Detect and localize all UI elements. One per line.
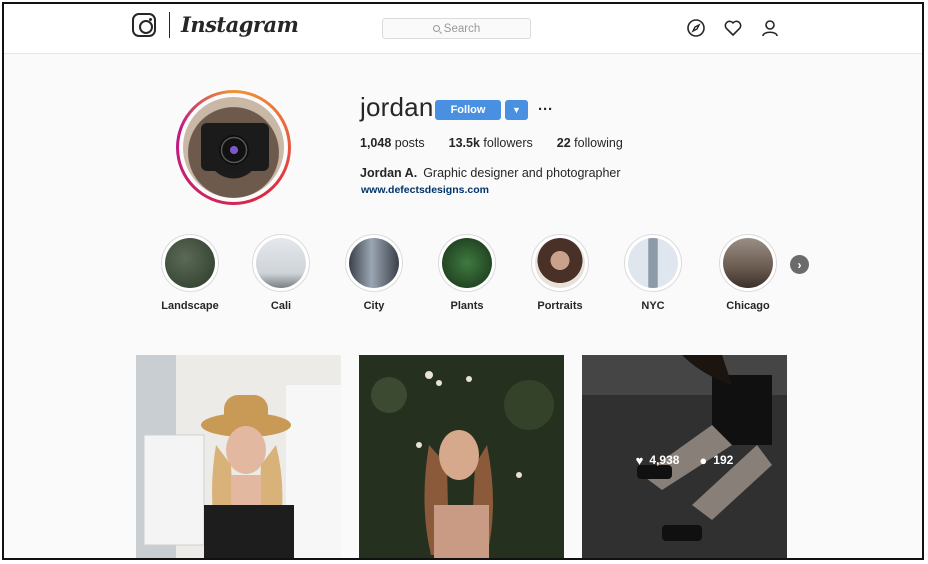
highlight-label: City — [363, 300, 385, 312]
highlight-city[interactable]: City — [334, 234, 414, 312]
highlight-label: Portraits — [537, 300, 583, 312]
highlight-thumbnail — [628, 238, 678, 288]
post-image — [136, 355, 341, 558]
highlight-ring — [161, 234, 219, 292]
post-thumbnail[interactable]: ♥ 4,938 ● 192 — [582, 355, 787, 558]
highlight-chicago[interactable]: Chicago — [708, 234, 788, 312]
post-image — [359, 355, 564, 558]
highlight-thumbnail — [165, 238, 215, 288]
highlight-label: NYC — [641, 300, 665, 312]
top-navbar: Instagram Search — [4, 4, 922, 54]
profile-avatar[interactable] — [176, 90, 291, 205]
camera-lens — [219, 135, 249, 165]
followers-label: followers — [483, 136, 533, 150]
profile-icon[interactable] — [760, 18, 780, 38]
heart-icon[interactable] — [723, 18, 743, 38]
comment-bubble-icon: ● — [699, 452, 708, 468]
posts-label: posts — [394, 136, 425, 150]
avatar-border — [179, 93, 288, 202]
profile-bio: Jordan A. Graphic designer and photograph… — [360, 166, 621, 180]
search-placeholder: Search — [443, 22, 481, 35]
highlight-label: Cali — [270, 300, 292, 312]
follow-dropdown-button[interactable]: ▼ — [505, 100, 528, 120]
highlight-portraits[interactable]: Portraits — [520, 234, 600, 312]
search-input[interactable]: Search — [382, 18, 531, 39]
highlight-nyc[interactable]: NYC — [613, 234, 693, 312]
highlight-thumbnail — [535, 238, 585, 288]
highlight-ring — [624, 234, 682, 292]
highlight-landscape[interactable]: Landscape — [150, 234, 230, 312]
follow-button[interactable]: Follow — [435, 100, 501, 120]
profile-username: jordan — [360, 92, 434, 122]
highlight-thumbnail — [723, 238, 773, 288]
highlight-label: Plants — [450, 300, 484, 312]
highlight-cali[interactable]: Cali — [241, 234, 321, 312]
highlight-label: Chicago — [726, 300, 770, 312]
comments-value: 192 — [713, 453, 734, 467]
post-hover-overlay: ♥ 4,938 ● 192 — [582, 355, 787, 558]
highlight-thumbnail — [442, 238, 492, 288]
instagram-wordmark[interactable]: Instagram — [181, 12, 299, 37]
logo-divider — [169, 12, 170, 38]
instagram-camera-icon[interactable] — [132, 13, 156, 37]
highlight-ring — [531, 234, 589, 292]
likes-count: ♥ 4,938 — [636, 453, 680, 468]
instagram-window: Instagram Search jordan Follow ▼ ··· 1,0… — [2, 2, 924, 560]
highlight-plants[interactable]: Plants — [427, 234, 507, 312]
following-value: 22 — [556, 136, 571, 150]
post-thumbnail[interactable] — [136, 355, 341, 558]
following-count[interactable]: 22 following — [557, 136, 623, 150]
following-label: following — [574, 136, 623, 150]
chevron-right-icon[interactable]: › — [790, 255, 809, 274]
posts-count: 1,048 posts — [360, 136, 425, 150]
compass-icon[interactable] — [686, 18, 706, 38]
highlight-ring — [719, 234, 777, 292]
highlight-ring — [345, 234, 403, 292]
comments-count: ● 192 — [699, 453, 733, 468]
heart-filled-icon: ♥ — [635, 452, 644, 468]
profile-website-link[interactable]: www.defectsdesigns.com — [361, 184, 489, 196]
followers-value: 13.5k — [448, 136, 480, 150]
followers-count[interactable]: 13.5k followers — [449, 136, 533, 150]
post-thumbnail[interactable] — [359, 355, 564, 558]
search-icon — [432, 25, 440, 32]
more-options-icon[interactable]: ··· — [538, 101, 553, 118]
profile-full-name: Jordan A. — [360, 166, 418, 180]
likes-value: 4,938 — [649, 453, 680, 467]
posts-value: 1,048 — [360, 136, 392, 150]
profile-stats: 1,048 posts 13.5k followers 22 following — [360, 136, 647, 150]
highlight-ring — [252, 234, 310, 292]
avatar-photo — [183, 97, 284, 198]
highlight-ring — [438, 234, 496, 292]
highlight-thumbnail — [349, 238, 399, 288]
profile-bio-text: Graphic designer and photographer — [423, 166, 621, 180]
highlight-label: Landscape — [161, 300, 219, 312]
highlight-thumbnail — [256, 238, 306, 288]
